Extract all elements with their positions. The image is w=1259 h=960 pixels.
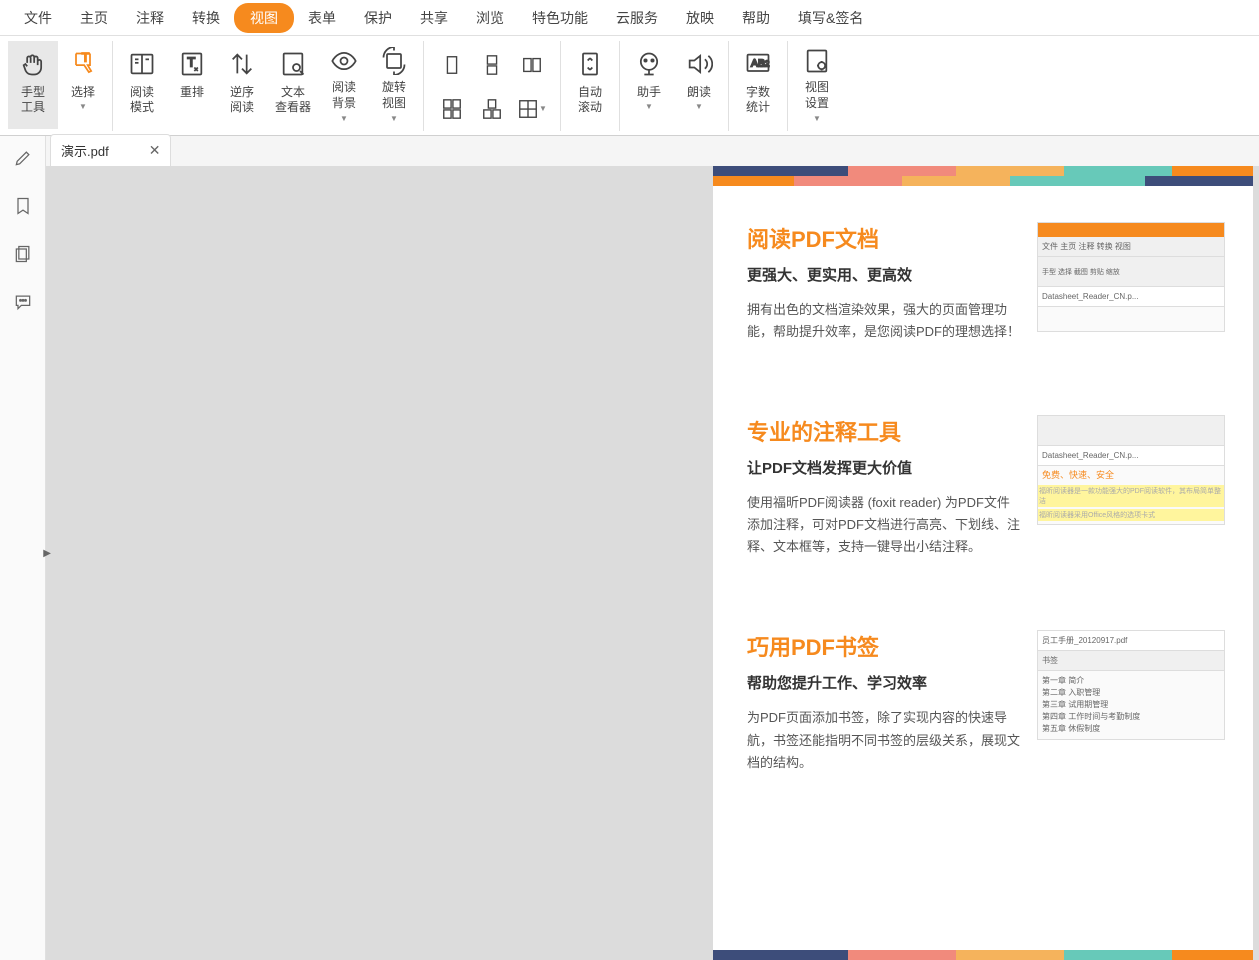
bookmark-icon[interactable] <box>11 194 35 218</box>
menu-browse[interactable]: 浏览 <box>462 2 518 34</box>
feature-title: 专业的注释工具 <box>747 415 1021 447</box>
chevron-down-icon: ▼ <box>695 102 703 111</box>
speaker-icon <box>682 47 716 81</box>
auto-scroll-button[interactable]: 自动 滚动 <box>565 41 615 129</box>
rotate-view-button[interactable]: 旋转 视图 ▼ <box>369 41 419 129</box>
menu-protect[interactable]: 保护 <box>350 2 406 34</box>
svg-text:T: T <box>187 54 195 69</box>
scroll-icon <box>573 47 607 81</box>
pdf-page: 阅读PDF文档 更强大、更实用、更高效 拥有出色的文档渲染效果，强大的页面管理功… <box>713 166 1253 960</box>
menu-file[interactable]: 文件 <box>10 2 66 34</box>
word-count-button[interactable]: AB12 字数 统计 <box>733 41 783 129</box>
chevron-down-icon: ▼ <box>645 102 653 111</box>
chevron-down-icon: ▼ <box>813 114 821 123</box>
word-count-icon: AB12 <box>741 47 775 81</box>
pencil-icon[interactable] <box>11 146 35 170</box>
feature-subtitle: 更强大、更实用、更高效 <box>747 264 1021 285</box>
menu-slideshow[interactable]: 放映 <box>672 2 728 34</box>
reverse-read-button[interactable]: 逆序 阅读 <box>217 41 267 129</box>
page-split-button[interactable]: ▼ <box>512 89 552 129</box>
menu-help[interactable]: 帮助 <box>728 2 784 34</box>
menu-cloud[interactable]: 云服务 <box>602 2 672 34</box>
reflow-icon: T <box>175 47 209 81</box>
feature-preview: 员工手册_20120917.pdf 书签 第一章 简介 第二章 入职管理 第三章… <box>1037 630 1225 740</box>
page-cover-button[interactable] <box>472 89 512 129</box>
menu-form[interactable]: 表单 <box>294 2 350 34</box>
menu-features[interactable]: 特色功能 <box>518 2 602 34</box>
menu-view[interactable]: 视图 <box>234 3 294 33</box>
feature-desc: 使用福昕PDF阅读器 (foxit reader) 为PDF文件添加注释，可对P… <box>747 492 1021 558</box>
feature-subtitle: 帮助您提升工作、学习效率 <box>747 672 1021 693</box>
text-viewer-button[interactable]: 文本 查看器 <box>267 41 319 129</box>
feature-preview: 文件 主页 注释 转换 视图 手型 选择 截图 剪贴 缩放 Datasheet_… <box>1037 222 1225 332</box>
chevron-down-icon: ▼ <box>390 114 398 123</box>
page-continuous-button[interactable] <box>472 45 512 85</box>
select-tool-button[interactable]: T 选择 ▼ <box>58 41 108 129</box>
eye-icon <box>327 47 361 77</box>
svg-text:T: T <box>82 51 89 64</box>
nav-sidebar: ▶ <box>0 136 46 960</box>
page-facing-button[interactable] <box>512 45 552 85</box>
menubar: 文件 主页 注释 转换 视图 表单 保护 共享 浏览 特色功能 云服务 放映 帮… <box>0 0 1259 36</box>
chevron-down-icon: ▼ <box>340 114 348 123</box>
text-view-icon <box>276 47 310 81</box>
menu-share[interactable]: 共享 <box>406 2 462 34</box>
view-settings-button[interactable]: 视图 设置 ▼ <box>792 41 842 129</box>
feature-title: 阅读PDF文档 <box>747 222 1021 254</box>
doc-tab[interactable]: 演示.pdf ✕ <box>50 134 171 166</box>
reverse-icon <box>225 47 259 81</box>
menu-fillsign[interactable]: 填写&签名 <box>784 2 877 34</box>
hand-icon <box>16 47 50 81</box>
svg-text:12: 12 <box>760 59 770 68</box>
feature-title: 巧用PDF书签 <box>747 630 1021 662</box>
cursor-icon: T <box>66 47 100 81</box>
feature-preview: Datasheet_Reader_CN.p... 免费、快速、安全 福昕阅读器是… <box>1037 415 1225 525</box>
menu-comment[interactable]: 注释 <box>122 2 178 34</box>
feature-desc: 为PDF页面添加书签，除了实现内容的快速导航，书签还能指明不同书签的层级关系，展… <box>747 707 1021 773</box>
chevron-down-icon: ▼ <box>79 102 87 111</box>
comment-icon[interactable] <box>11 290 35 314</box>
page-facing-cont-button[interactable] <box>432 89 472 129</box>
menu-home[interactable]: 主页 <box>66 2 122 34</box>
assistant-icon <box>632 47 666 81</box>
read-bg-button[interactable]: 阅读 背景 ▼ <box>319 41 369 129</box>
feature-subtitle: 让PDF文档发挥更大价值 <box>747 457 1021 478</box>
doc-tab-label: 演示.pdf <box>61 141 109 160</box>
sidebar-expand-handle[interactable]: ▶ <box>43 548 51 559</box>
feature-desc: 拥有出色的文档渲染效果，强大的页面管理功能，帮助提升效率，是您阅读PDF的理想选… <box>747 299 1021 343</box>
page-single-button[interactable] <box>432 45 472 85</box>
document-tabs: 演示.pdf ✕ <box>46 136 1259 166</box>
settings-icon <box>800 47 834 77</box>
close-icon[interactable]: ✕ <box>149 142 161 159</box>
rotate-icon <box>377 47 411 77</box>
ribbon-toolbar: 手型 工具 T 选择 ▼ 阅读 模式 T 重排 逆序 阅读 文本 查看器 阅读 … <box>0 36 1259 136</box>
read-mode-button[interactable]: 阅读 模式 <box>117 41 167 129</box>
menu-convert[interactable]: 转换 <box>178 2 234 34</box>
book-icon <box>125 47 159 81</box>
pages-icon[interactable] <box>11 242 35 266</box>
assistant-button[interactable]: 助手 ▼ <box>624 41 674 129</box>
page-viewport[interactable]: 阅读PDF文档 更强大、更实用、更高效 拥有出色的文档渲染效果，强大的页面管理功… <box>46 166 1259 960</box>
read-aloud-button[interactable]: 朗读 ▼ <box>674 41 724 129</box>
reflow-button[interactable]: T 重排 <box>167 41 217 129</box>
hand-tool-button[interactable]: 手型 工具 <box>8 41 58 129</box>
